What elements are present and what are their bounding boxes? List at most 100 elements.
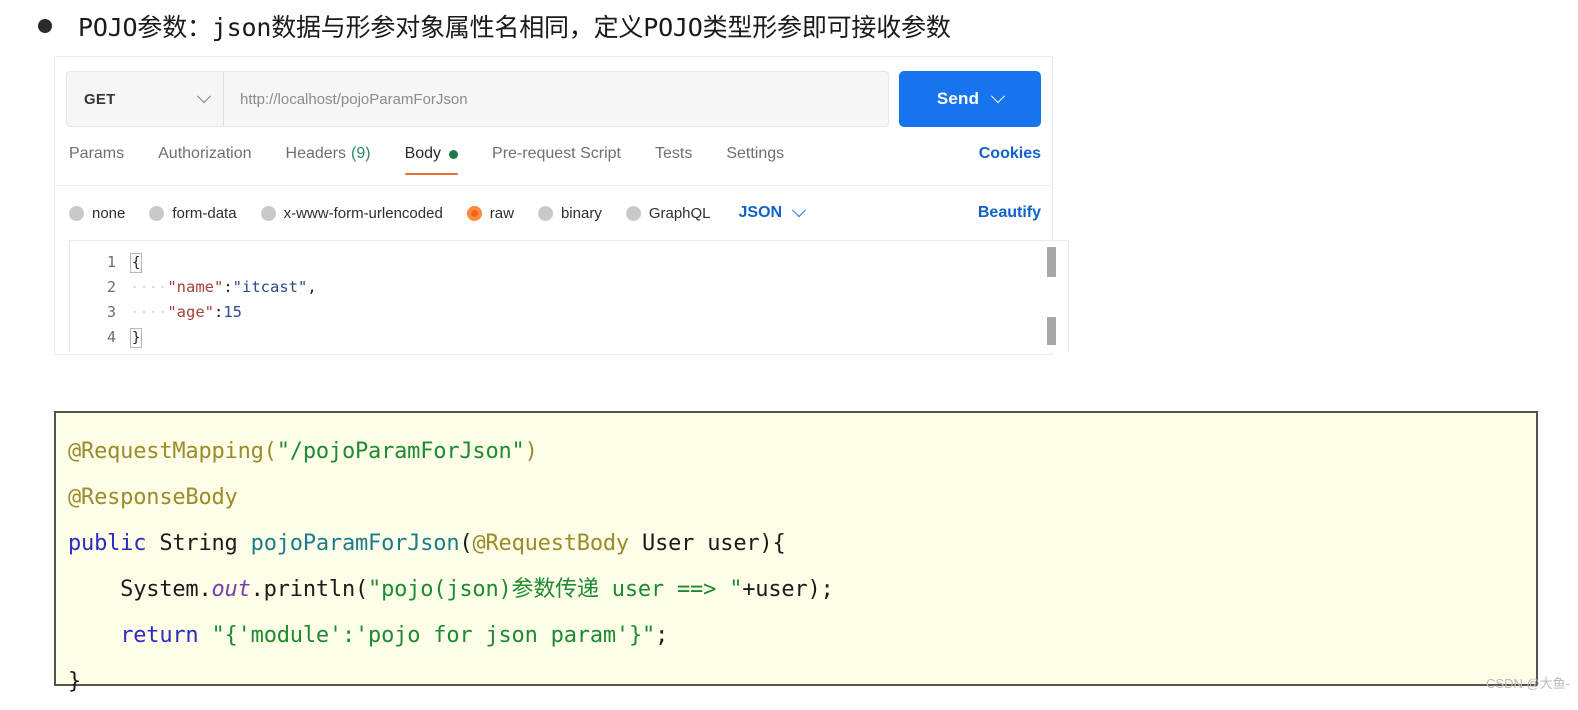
headers-count: (9) <box>351 145 371 162</box>
radio-label: binary <box>560 204 602 222</box>
code-line-2: ····"name":"itcast", <box>127 275 1068 300</box>
field-out: out <box>211 577 251 602</box>
annotation-request-body: @RequestBody <box>472 531 629 556</box>
beautify-button[interactable]: Beautify <box>978 204 1041 222</box>
json-colon: : <box>223 278 233 296</box>
code-line-4: } <box>127 325 1068 350</box>
body-type-raw[interactable]: raw <box>466 204 514 222</box>
radio-label: x-www-form-urlencoded <box>283 204 443 222</box>
return-string: "{'module':'pojo for json param'}" <box>198 623 656 648</box>
line-number: 1 <box>106 253 116 271</box>
code-line-1: { <box>127 250 1068 275</box>
raw-format-select[interactable]: JSON <box>738 203 807 222</box>
json-colon: : <box>214 303 224 321</box>
body-active-dot-icon <box>449 149 459 159</box>
fold-marker[interactable]: { <box>130 253 143 273</box>
url-input[interactable]: http://localhost/pojoParamForJson <box>223 71 889 127</box>
heading-row: POJO参数：json数据与形参对象属性名相同，定义POJO类型形参即可接收参数 <box>38 6 951 46</box>
scrollbar-thumb[interactable] <box>1047 247 1056 277</box>
tab-label: Body <box>404 145 442 162</box>
chevron-down-icon <box>196 89 212 104</box>
indent-guide: ···· <box>130 278 168 296</box>
code-line-response-body: @ResponseBody <box>68 475 1536 521</box>
json-key: "name" <box>167 278 224 296</box>
send-button[interactable]: Send <box>899 71 1041 127</box>
java-code-block: @RequestMapping("/pojoParamForJson") @Re… <box>54 411 1538 694</box>
radio-icon <box>149 205 165 221</box>
http-method-select[interactable]: GET <box>66 71 223 127</box>
body-type-none[interactable]: none <box>69 205 125 222</box>
page-title: POJO参数：json数据与形参对象属性名相同，定义POJO类型形参即可接收参数 <box>78 13 951 42</box>
code-line-close-brace: } <box>68 659 1536 705</box>
radio-label: none <box>92 204 126 222</box>
radio-label: GraphQL <box>648 204 711 222</box>
annotation-response-body: @ResponseBody <box>68 485 238 510</box>
raw-format-label: JSON <box>738 204 783 221</box>
code-line-return: return "{'module':'pojo for json param'}… <box>68 613 1536 659</box>
keyword-return: return <box>120 623 199 648</box>
code-line-3: ····"age":15 <box>127 300 1068 325</box>
url-value: http://localhost/pojoParamForJson <box>240 90 468 108</box>
tab-authorization[interactable]: Authorization <box>158 145 251 175</box>
json-value: "itcast" <box>232 278 308 296</box>
chevron-down-icon <box>991 89 1006 104</box>
send-button-label: Send <box>936 89 980 108</box>
return-indent <box>68 623 120 648</box>
editor-gutter: 1 2 3 4 <box>70 241 127 352</box>
http-method-label: GET <box>84 90 116 108</box>
json-key: "age" <box>167 303 214 321</box>
println-string: "pojo(json)参数传递 user ==> " <box>368 577 743 602</box>
json-value: 15 <box>223 303 243 321</box>
request-tabs: Params Authorization Headers (9) Body Pr… <box>69 145 1041 185</box>
code-line-request-mapping: @RequestMapping("/pojoParamForJson") <box>68 429 1536 475</box>
code-line-method-signature: public String pojoParamForJson(@RequestB… <box>68 521 1536 567</box>
tab-label: Authorization <box>158 145 252 162</box>
radio-icon <box>69 205 84 221</box>
line-number: 3 <box>106 303 116 321</box>
fold-marker[interactable]: } <box>130 328 143 348</box>
postman-panel: GET http://localhost/pojoParamForJson Se… <box>55 57 1069 354</box>
indent-guide: ···· <box>130 303 168 321</box>
body-type-graphql[interactable]: GraphQL <box>625 204 711 222</box>
tab-params[interactable]: Params <box>69 145 124 175</box>
radio-icon <box>260 205 276 221</box>
body-type-urlencoded[interactable]: x-www-form-urlencoded <box>260 204 443 222</box>
close-brace: } <box>68 669 82 694</box>
radio-icon <box>625 205 641 221</box>
method-name: pojoParamForJson <box>250 531 460 556</box>
radio-icon-selected <box>466 205 482 221</box>
return-semicolon: ; <box>655 623 669 648</box>
tab-pre-request-script[interactable]: Pre-request Script <box>492 145 621 175</box>
println-end: +user); <box>742 577 834 602</box>
annotation-request-mapping: @RequestMapping( <box>68 439 277 464</box>
mapping-path-string: "/pojoParamForJson" <box>276 439 525 464</box>
method-args: User user){ <box>628 531 786 556</box>
tab-label: Params <box>69 145 125 162</box>
body-type-binary[interactable]: binary <box>537 204 602 222</box>
body-type-options: none form-data x-www-form-urlencoded raw… <box>69 197 1041 229</box>
tab-tests[interactable]: Tests <box>655 145 692 175</box>
tab-label: Pre-request Script <box>492 145 621 162</box>
tab-label: Tests <box>654 145 693 162</box>
editor-scrollbar[interactable] <box>1047 241 1056 352</box>
open-paren: ( <box>459 531 473 556</box>
line-number: 4 <box>106 328 116 346</box>
body-type-form-data[interactable]: form-data <box>149 205 237 222</box>
tab-label: Headers <box>285 145 346 162</box>
tab-settings[interactable]: Settings <box>726 145 784 175</box>
cookies-link[interactable]: Cookies <box>979 145 1041 163</box>
keyword-public: public <box>68 531 147 556</box>
tab-label: Settings <box>726 145 785 162</box>
editor-code-area[interactable]: { ····"name":"itcast", ····"age":15 } <box>127 241 1068 352</box>
tab-body[interactable]: Body <box>404 145 459 175</box>
return-type: String <box>146 531 251 556</box>
tab-headers[interactable]: Headers (9) <box>286 145 371 175</box>
request-url-row: GET http://localhost/pojoParamForJson Se… <box>66 71 1041 127</box>
radio-label: raw <box>489 204 514 222</box>
tabs-divider <box>55 185 1052 186</box>
bullet-icon <box>38 19 52 33</box>
watermark: CSDN @大鱼- <box>1486 676 1570 691</box>
println-call: .println( <box>250 577 369 602</box>
request-body-editor[interactable]: 1 2 3 4 { ····"name":"itcast", ····"age"… <box>69 240 1069 352</box>
scrollbar-thumb[interactable] <box>1047 317 1056 345</box>
